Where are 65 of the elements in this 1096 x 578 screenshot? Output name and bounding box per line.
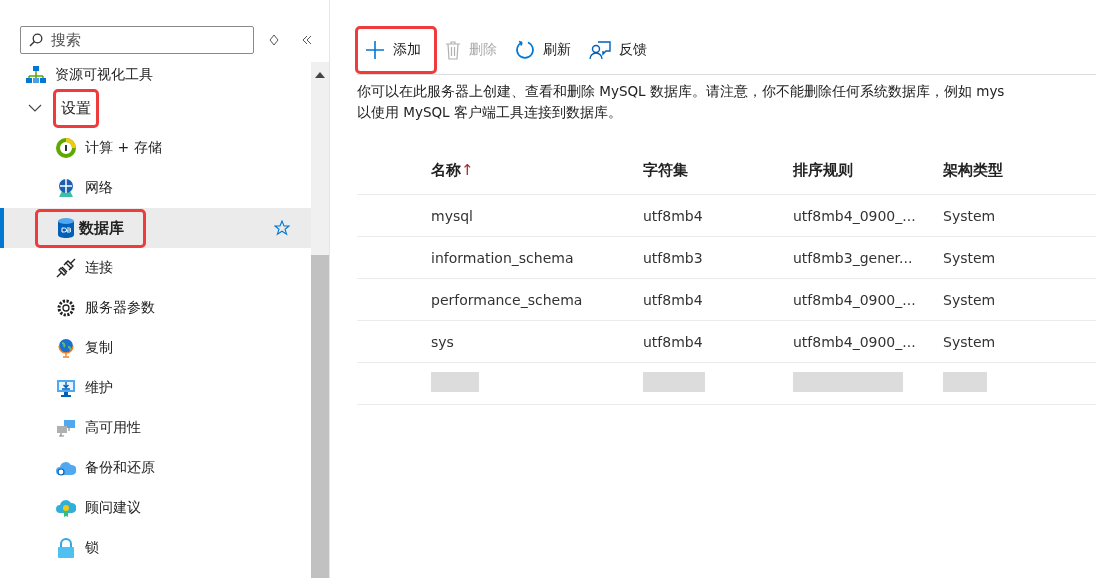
menu-item[interactable]: 服务器参数 [0, 288, 311, 328]
toolbar-button[interactable]: 刷新 [507, 28, 579, 72]
database-icon [57, 218, 75, 238]
sort-icon[interactable] [269, 34, 279, 46]
table-cell-text: mysql [431, 207, 474, 224]
menu-item[interactable]: 锁 [0, 528, 311, 568]
redacted-block [943, 372, 987, 392]
globe-icon [56, 338, 76, 358]
menu-item[interactable]: 资源可视化工具 [0, 62, 311, 88]
monitor-download-icon [56, 378, 76, 398]
redacted-block [643, 372, 705, 392]
cloud-badge-icon [56, 498, 76, 518]
column-header[interactable]: 名称↑ [431, 161, 643, 180]
refresh-icon [515, 40, 535, 60]
table-cell-text: utf8mb3 [643, 249, 704, 266]
search-icon [29, 33, 43, 47]
network-icon [56, 178, 76, 198]
plug-icon [56, 258, 76, 278]
menu-item[interactable]: 维护 [0, 368, 311, 408]
settings-icon [56, 298, 76, 318]
column-header[interactable]: 字符集 [643, 161, 793, 180]
chevron-icon [28, 104, 42, 112]
menu-item[interactable]: 连接 [0, 248, 311, 288]
toolbar-button[interactable]: 添加 [357, 28, 435, 72]
menu-item[interactable]: 数据库 [0, 208, 311, 248]
scrollbar-thumb[interactable] [311, 255, 329, 578]
collapse-icon[interactable] [301, 35, 313, 45]
column-header[interactable]: 架构类型 [943, 161, 1063, 180]
table-cell-text: utf8mb3_gener... [793, 249, 914, 266]
table-cell-text: utf8mb4 [643, 291, 704, 308]
table-cell-text: utf8mb4 [643, 333, 704, 350]
table-cell-text: information_schema [431, 249, 575, 266]
lock-icon [57, 538, 75, 558]
menu-item[interactable]: 高可用性 [0, 408, 311, 448]
search-field[interactable]: 搜索 [20, 26, 254, 54]
column-header[interactable]: 排序规则 [793, 161, 943, 180]
menu-item[interactable]: 备份和还原 [0, 448, 311, 488]
table-cell-text: System [943, 249, 997, 266]
redacted-block [431, 372, 479, 392]
servers-icon [56, 418, 76, 438]
menu-item[interactable]: 计算 + 存储 [0, 128, 311, 168]
table-cell-text: utf8mb4_0900_... [793, 291, 917, 308]
plus-icon [365, 40, 385, 60]
description-text: 你可以在此服务器上创建、查看和删除 MySQL 数据库。请注意，你不能删除任何系统数据库，例如 mys 以使用 MySQL 客户端工具连接到数据库。 [357, 82, 1006, 122]
feedback-icon [589, 40, 611, 60]
menu-item[interactable]: 网络 [0, 168, 311, 208]
table-cell-text: System [943, 291, 997, 308]
scroll-up-icon[interactable] [315, 72, 325, 78]
menu-item[interactable]: 顾问建议 [0, 488, 311, 528]
star-icon[interactable] [274, 220, 290, 236]
menu-item[interactable]: 复制 [0, 328, 311, 368]
gauge-icon [56, 138, 76, 158]
menu-group[interactable]: 设置 [0, 88, 311, 128]
trash-icon [445, 40, 461, 60]
table-cell-text: sys [431, 333, 455, 350]
hierarchy-icon [26, 66, 46, 84]
table-cell-text: System [943, 333, 997, 350]
toolbar-button[interactable]: 反馈 [581, 28, 655, 72]
scrollbar[interactable] [311, 62, 329, 578]
table-cell-text: utf8mb4_0900_... [793, 207, 917, 224]
table-cell-text: utf8mb4_0900_... [793, 333, 917, 350]
sort-arrow: ↑ [461, 161, 474, 179]
table-cell-text: utf8mb4 [643, 207, 704, 224]
table-cell-text: performance_schema [431, 291, 584, 308]
table-cell-text: System [943, 207, 997, 224]
